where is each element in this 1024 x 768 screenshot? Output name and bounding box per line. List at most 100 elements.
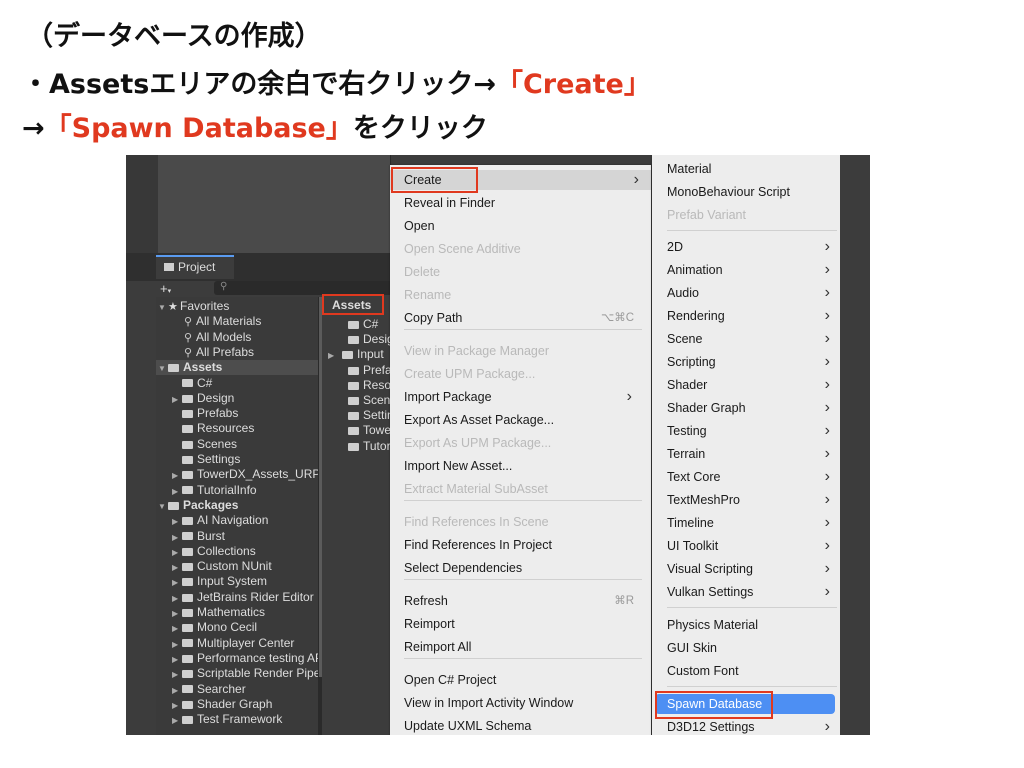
submenu-item-testing[interactable]: Testing › [667, 421, 835, 441]
tree-favorites[interactable]: ▼ ★ Favorites [156, 299, 318, 314]
tree-asset-folder[interactable]: ▶ TowerDX_Assets_URP [156, 467, 318, 482]
asset-folder-item[interactable]: ▶ Input [322, 347, 392, 362]
tree-package-folder[interactable]: ▶ Multiplayer Center [156, 636, 318, 651]
menu-item-open-c-project[interactable]: Open C# Project [404, 670, 644, 690]
chevron-right-icon: › [824, 399, 830, 416]
tree-package-folder[interactable]: ▶ Custom NUnit [156, 559, 318, 574]
submenu-item-gui-skin[interactable]: GUI Skin [667, 638, 835, 658]
menu-item-rename: Rename [404, 285, 644, 305]
submenu-item-ui-toolkit[interactable]: UI Toolkit › [667, 536, 835, 556]
shortcut-label: ⌘R [614, 595, 634, 607]
menu-item-view-in-import-activity-window[interactable]: View in Import Activity Window [404, 693, 644, 713]
menu-item-reimport-all[interactable]: Reimport All [404, 637, 644, 657]
menu-item-update-uxml-schema[interactable]: Update UXML Schema [404, 716, 644, 735]
asset-folder-item[interactable]: C# [322, 317, 392, 332]
tree-asset-folder[interactable]: ▶ Design [156, 391, 318, 406]
submenu-item-d3d12-settings[interactable]: D3D12 Settings › [667, 717, 835, 735]
submenu-item-shader-graph[interactable]: Shader Graph › [667, 398, 835, 418]
expand-arrow-icon: ▶ [172, 685, 179, 695]
menu-item-label: View in Package Manager [404, 344, 549, 358]
chevron-right-icon: › [824, 261, 830, 278]
tree-package-folder[interactable]: ▶ JetBrains Rider Editor [156, 590, 318, 605]
submenu-item-scripting[interactable]: Scripting › [667, 352, 835, 372]
submenu-item-prefab-variant: Prefab Variant [667, 205, 835, 225]
tree-package-folder[interactable]: ▶ Input System [156, 574, 318, 589]
assets-content-panel[interactable]: Assets C#Design▶InputPrefabsResourcesSce… [322, 297, 392, 735]
submenu-item-label: D3D12 Settings [667, 720, 755, 734]
folder-icon [348, 396, 359, 405]
submenu-item-material[interactable]: Material [667, 159, 835, 179]
asset-folder-item[interactable]: Design [322, 332, 392, 347]
tree-package-folder[interactable]: ▶ Searcher [156, 682, 318, 697]
search-icon: ⚲ [184, 316, 193, 329]
asset-folder-item[interactable]: Prefabs [322, 363, 392, 378]
plus-icon: + [160, 281, 168, 296]
menu-item-label: Reimport All [404, 640, 472, 654]
tree-favorite-item[interactable]: ⚲ All Materials [156, 314, 318, 329]
menu-item-find-references-in-project[interactable]: Find References In Project [404, 535, 644, 555]
folder-icon [182, 455, 193, 464]
tree-asset-folder[interactable]: C# [156, 376, 318, 391]
submenu-item-vulkan-settings[interactable]: Vulkan Settings › [667, 582, 835, 602]
project-tab[interactable]: Project [156, 255, 234, 279]
menu-item-reveal-in-finder[interactable]: Reveal in Finder [404, 193, 644, 213]
menu-item-import-package[interactable]: Import Package › [404, 387, 644, 407]
asset-folder-item[interactable]: Scenes [322, 393, 392, 408]
submenu-item-terrain[interactable]: Terrain › [667, 444, 835, 464]
tree-package-folder[interactable]: ▶ Shader Graph [156, 697, 318, 712]
submenu-item-text-core[interactable]: Text Core › [667, 467, 835, 487]
tree-assets[interactable]: ▼ Assets [156, 360, 318, 376]
tree-favorite-item[interactable]: ⚲ All Prefabs [156, 345, 318, 360]
submenu-item-monobehaviour-script[interactable]: MonoBehaviour Script [667, 182, 835, 202]
folder-icon [348, 381, 359, 390]
menu-item-reimport[interactable]: Reimport [404, 614, 644, 634]
search-input[interactable]: ⚲ [214, 281, 400, 295]
asset-folder-item[interactable]: Tutorial [322, 439, 392, 454]
submenu-item-scene[interactable]: Scene › [667, 329, 835, 349]
tree-package-folder[interactable]: ▶ AI Navigation [156, 513, 318, 528]
tree-package-folder[interactable]: ▶ Performance testing API [156, 651, 318, 666]
tree-package-folder[interactable]: ▶ Collections [156, 544, 318, 559]
editor-right-area [840, 155, 870, 735]
submenu-item-physics-material[interactable]: Physics Material [667, 615, 835, 635]
chevron-right-icon: › [824, 284, 830, 301]
submenu-item-audio[interactable]: Audio › [667, 283, 835, 303]
submenu-item-shader[interactable]: Shader › [667, 375, 835, 395]
tree-package-folder[interactable]: ▶ Mathematics [156, 605, 318, 620]
tree-package-folder[interactable]: ▶ Test Framework [156, 712, 318, 727]
tree-asset-folder[interactable]: Resources [156, 421, 318, 436]
tree-asset-folder[interactable]: ▶ TutorialInfo [156, 483, 318, 498]
submenu-item-2d[interactable]: 2D › [667, 237, 835, 257]
submenu-item-animation[interactable]: Animation › [667, 260, 835, 280]
chevron-right-icon: › [824, 238, 830, 255]
submenu-item-custom-font[interactable]: Custom Font [667, 661, 835, 681]
menu-item-copy-path[interactable]: Copy Path ⌥⌘C [404, 308, 644, 328]
expand-arrow-icon: ▼ [158, 364, 166, 374]
tree-package-folder[interactable]: ▶ Burst [156, 529, 318, 544]
submenu-item-textmeshpro[interactable]: TextMeshPro › [667, 490, 835, 510]
menu-item-label: View in Import Activity Window [404, 696, 574, 710]
tree-asset-folder[interactable]: Settings [156, 452, 318, 467]
submenu-item-timeline[interactable]: Timeline › [667, 513, 835, 533]
submenu-item-visual-scripting[interactable]: Visual Scripting › [667, 559, 835, 579]
asset-folder-item[interactable]: Resources [322, 378, 392, 393]
asset-folder-item[interactable]: Settings [322, 408, 392, 423]
menu-item-select-dependencies[interactable]: Select Dependencies [404, 558, 644, 578]
chevron-right-icon: › [824, 718, 830, 735]
asset-folder-item[interactable]: Tower [322, 423, 392, 438]
menu-item-refresh[interactable]: Refresh ⌘R [404, 591, 644, 611]
submenu-item-rendering[interactable]: Rendering › [667, 306, 835, 326]
asset-folder-label: Tower [363, 423, 392, 437]
tree-asset-folder[interactable]: Scenes [156, 437, 318, 452]
tree-package-folder[interactable]: ▶ Scriptable Render Pipeline [156, 666, 318, 681]
tree-favorite-item[interactable]: ⚲ All Models [156, 330, 318, 345]
tree-packages[interactable]: ▼ Packages [156, 498, 318, 513]
folder-icon [182, 639, 193, 648]
tree-asset-folder[interactable]: Prefabs [156, 406, 318, 421]
menu-item-import-new-asset[interactable]: Import New Asset... [404, 456, 644, 476]
tree-package-folder-label: Searcher [197, 681, 246, 696]
add-button[interactable]: +▾ [160, 281, 176, 297]
menu-item-export-as-asset-package[interactable]: Export As Asset Package... [404, 410, 644, 430]
tree-package-folder[interactable]: ▶ Mono Cecil [156, 620, 318, 635]
menu-item-open[interactable]: Open [404, 216, 644, 236]
